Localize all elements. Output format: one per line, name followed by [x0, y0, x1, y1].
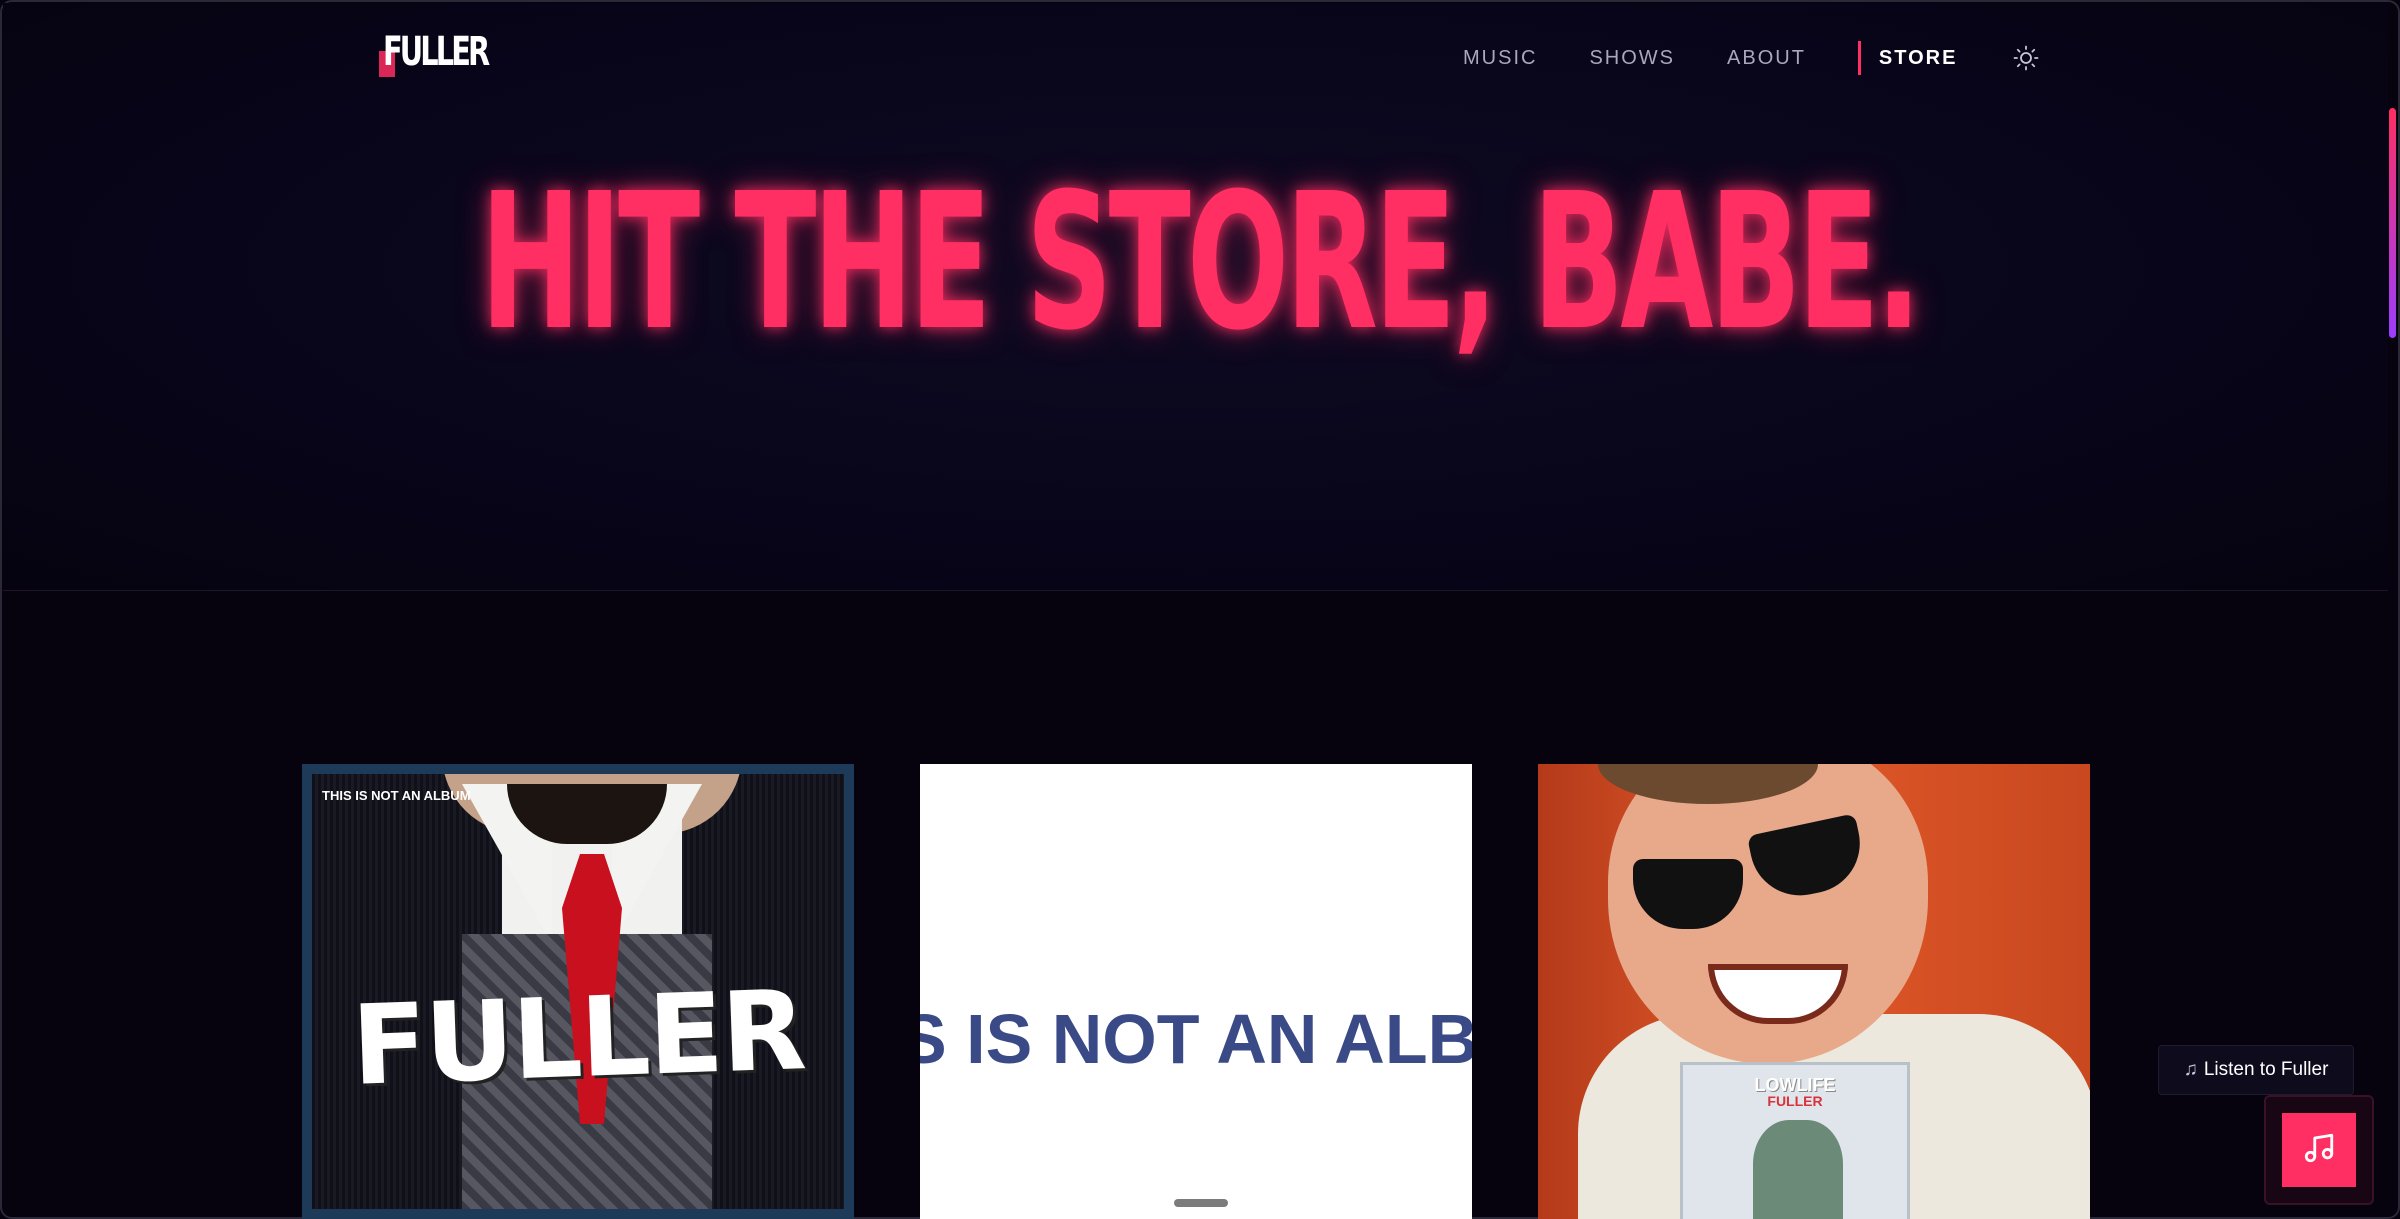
music-note-icon: [2302, 1131, 2336, 1170]
product-tag: THIS IS NOT AN ALBUM: [322, 788, 471, 803]
album-cover: LOWLIFE FULLER: [1680, 1062, 1910, 1219]
product-card[interactable]: THIS IS NOT AN ALBUM FULLER: [302, 764, 854, 1219]
listen-label: Listen to Fuller: [2203, 1059, 2329, 1080]
scrollbar-thumb[interactable]: [2389, 108, 2396, 338]
product-card[interactable]: S IS NOT AN ALB: [920, 764, 1472, 1219]
logo-text: FULLER: [383, 29, 490, 75]
nav-link-shows[interactable]: SHOWS: [1589, 41, 1675, 75]
music-button-face: [2282, 1113, 2356, 1187]
album-portrait: [1753, 1120, 1843, 1219]
listen-tooltip: ♫ Listen to Fuller: [2158, 1045, 2354, 1095]
page-headline: HIT THE STORE, BABE.: [480, 153, 1921, 372]
product-grid: THIS IS NOT AN ALBUM FULLER S IS NOT AN …: [302, 764, 2090, 1219]
nav-link-about[interactable]: ABOUT: [1727, 41, 1806, 75]
nav-link-music[interactable]: MUSIC: [1463, 41, 1537, 75]
main-nav: MUSIC SHOWS ABOUT STORE: [1463, 41, 2039, 75]
product-cover-text: FULLER: [349, 966, 807, 1110]
product-card[interactable]: LOWLIFE FULLER: [1538, 764, 2090, 1219]
album-artist: FULLER: [1767, 1093, 1823, 1109]
nav-link-store[interactable]: STORE: [1857, 41, 1958, 75]
music-player-button[interactable]: [2264, 1095, 2374, 1205]
drag-handle[interactable]: [1174, 1199, 1228, 1207]
music-note-icon: ♫: [2183, 1059, 2198, 1080]
product-cover-text: S IS NOT AN ALB: [920, 1000, 1472, 1078]
hero-section: FULLER MUSIC SHOWS ABOUT STORE HIT THE S…: [3, 3, 2388, 591]
site-logo[interactable]: FULLER: [379, 29, 490, 79]
sun-icon[interactable]: [2013, 45, 2039, 71]
product-image: THIS IS NOT AN ALBUM FULLER: [312, 774, 844, 1209]
